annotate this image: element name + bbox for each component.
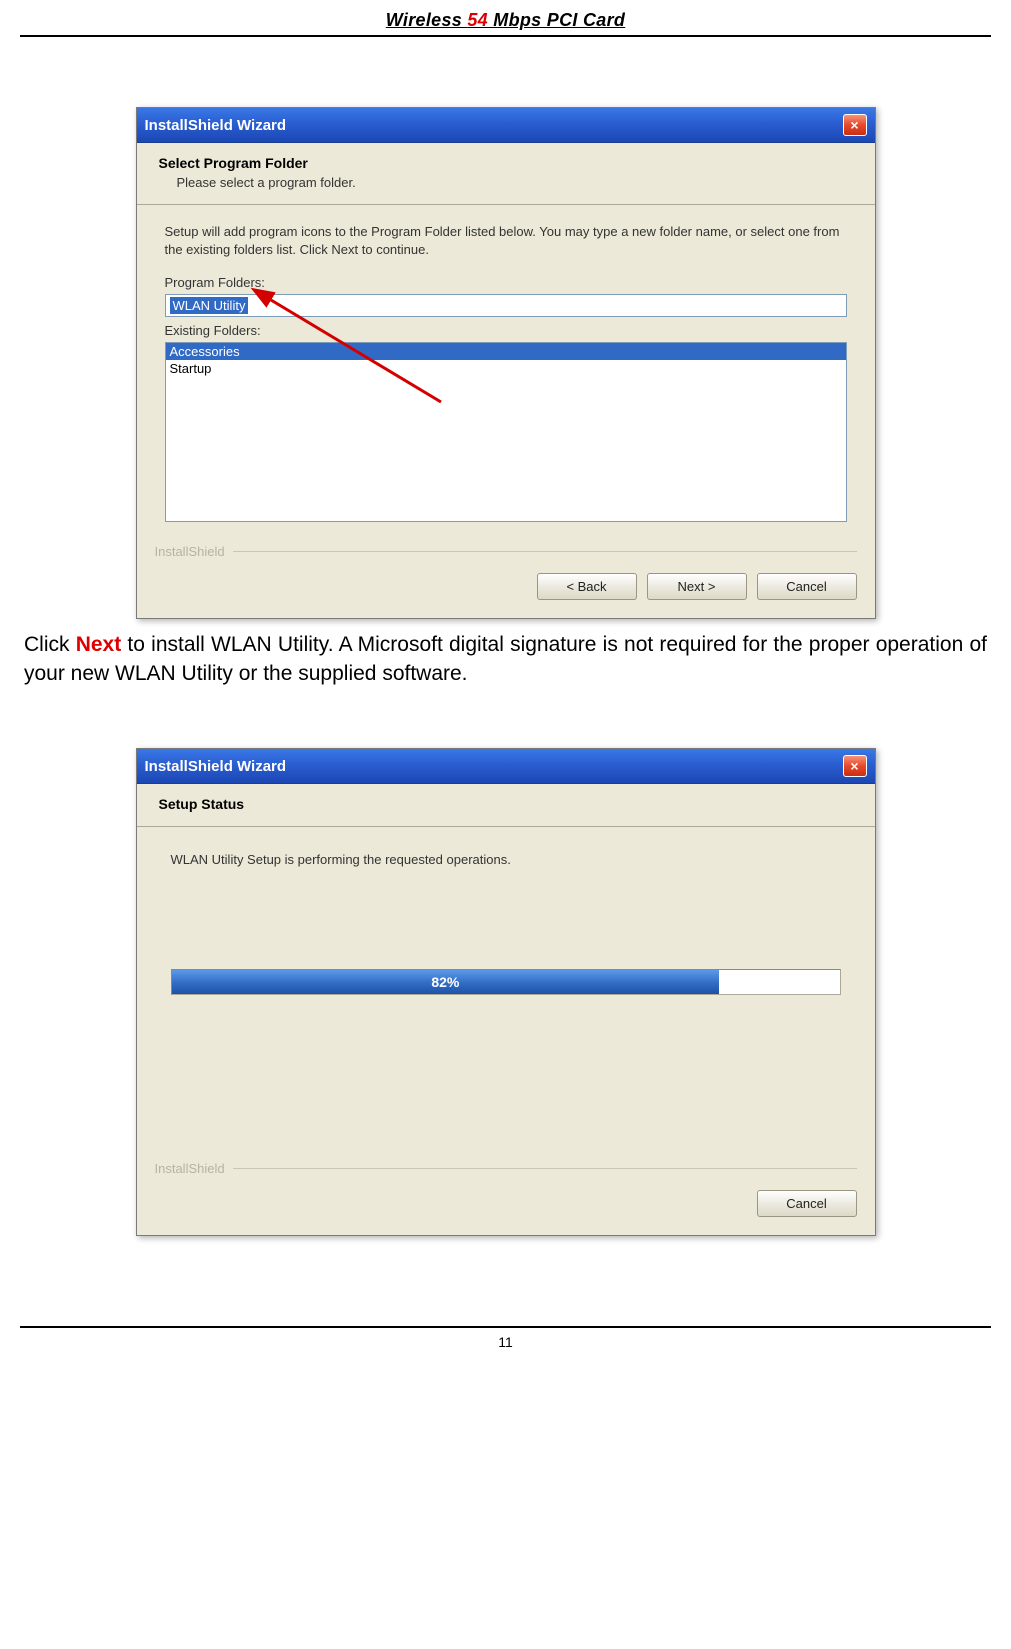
dialog-heading: Setup Status [159, 796, 853, 812]
label-program-folders: Program Folders: [165, 269, 847, 294]
status-text: WLAN Utility Setup is performing the req… [171, 851, 841, 879]
window-title: InstallShield Wizard [145, 117, 287, 134]
cancel-button[interactable]: Cancel [757, 573, 857, 600]
dialog-setup-status-wrap: InstallShield Wizard × Setup Status WLAN… [136, 748, 876, 1236]
button-row: < Back Next > Cancel [137, 563, 875, 618]
list-item[interactable]: Startup [166, 360, 846, 377]
program-folder-input[interactable]: WLAN Utility [165, 294, 847, 317]
brand-label: InstallShield [137, 530, 875, 563]
dialog-select-folder: InstallShield Wizard × Select Program Fo… [136, 107, 876, 619]
dialog-content: Setup will add program icons to the Prog… [137, 205, 875, 530]
titlebar: InstallShield Wizard × [137, 108, 875, 143]
button-row: Cancel [137, 1180, 875, 1235]
header-pre: Wireless [386, 10, 468, 30]
next-button[interactable]: Next > [647, 573, 747, 600]
body-paragraph: Click Next to install WLAN Utility. A Mi… [20, 619, 991, 688]
dialog-content: WLAN Utility Setup is performing the req… [137, 827, 875, 1147]
header-post: Mbps PCI Card [488, 10, 625, 30]
header-speed: 54 [467, 10, 488, 30]
close-icon[interactable]: × [843, 755, 867, 777]
dialog-head-pane: Setup Status [137, 784, 875, 827]
dialog-head-pane: Select Program Folder Please select a pr… [137, 143, 875, 205]
bt2: to install WLAN Utility. A Microsoft dig… [24, 633, 987, 684]
brand-label: InstallShield [137, 1147, 875, 1180]
bt1: Click [24, 633, 76, 656]
titlebar: InstallShield Wizard × [137, 749, 875, 784]
instruction-text: Setup will add program icons to the Prog… [165, 223, 847, 269]
close-icon[interactable]: × [843, 114, 867, 136]
progress-bar: 82% [171, 969, 841, 995]
folder-value-selected: WLAN Utility [170, 297, 249, 314]
page-number: 11 [498, 1334, 513, 1350]
dialog-subheading: Please select a program folder. [159, 171, 853, 190]
dialog-setup-status: InstallShield Wizard × Setup Status WLAN… [136, 748, 876, 1236]
page-header: Wireless 54 Mbps PCI Card [20, 0, 991, 37]
existing-folders-list[interactable]: Accessories Startup [165, 342, 847, 522]
cancel-button[interactable]: Cancel [757, 1190, 857, 1217]
list-item[interactable]: Accessories [166, 343, 846, 360]
brand-text: InstallShield [155, 1161, 225, 1176]
brand-text: InstallShield [155, 544, 225, 559]
page-footer: 11 [20, 1326, 991, 1364]
progress-fill: 82% [172, 970, 720, 994]
dialog-heading: Select Program Folder [159, 155, 853, 171]
next-word: Next [76, 633, 122, 656]
window-title: InstallShield Wizard [145, 758, 287, 775]
dialog-select-folder-wrap: InstallShield Wizard × Select Program Fo… [136, 107, 876, 619]
back-button[interactable]: < Back [537, 573, 637, 600]
label-existing-folders: Existing Folders: [165, 317, 847, 342]
